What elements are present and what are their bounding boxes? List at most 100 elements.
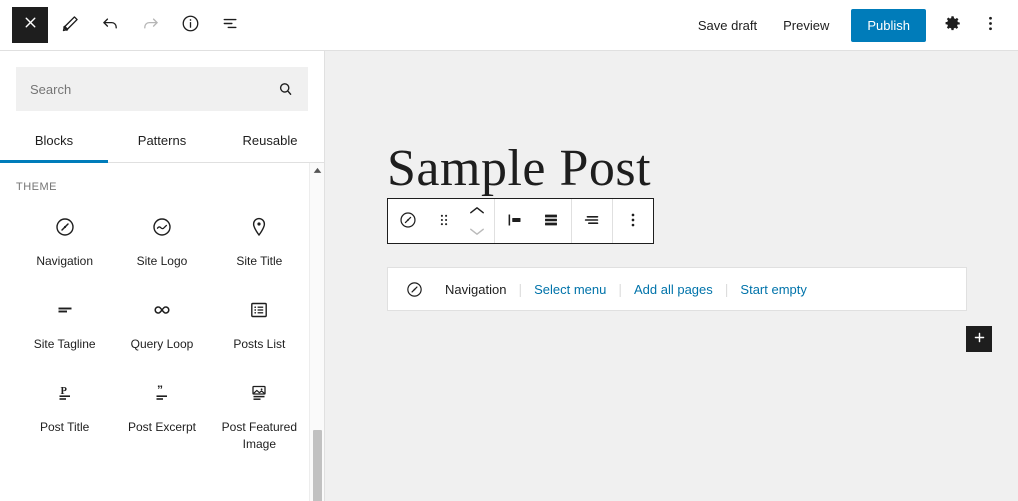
search-field[interactable]: [16, 67, 308, 111]
tab-patterns[interactable]: Patterns: [108, 125, 216, 162]
redo-arrow-icon: [140, 13, 161, 37]
block-inserter-panel: Blocks Patterns Reusable THEME: [0, 51, 325, 501]
chevron-up-icon[interactable]: [469, 202, 485, 220]
navigation-placeholder-label: Navigation: [445, 282, 506, 297]
scrollbar-thumb[interactable]: [313, 430, 322, 501]
align-text-icon: [581, 209, 603, 234]
settings-button[interactable]: [934, 7, 970, 43]
inserter-scrollbar[interactable]: [309, 163, 324, 501]
separator: |: [518, 281, 522, 297]
block-item-label: Post Title: [40, 419, 89, 436]
close-editor-button[interactable]: [12, 7, 48, 43]
navigation-block-placeholder[interactable]: Navigation | Select menu | Add all pages…: [387, 267, 967, 311]
save-draft-button[interactable]: Save draft: [686, 10, 769, 41]
block-item-query-loop[interactable]: Query Loop: [113, 284, 210, 363]
list-view-icon: [220, 13, 241, 37]
block-item-navigation[interactable]: Navigation: [16, 201, 113, 280]
svg-text:”: ”: [157, 383, 163, 397]
justify-items-button[interactable]: [497, 199, 533, 243]
undo-arrow-icon: [100, 13, 121, 37]
block-item-label: Site Logo: [137, 253, 188, 270]
block-item-site-logo[interactable]: Site Logo: [113, 201, 210, 280]
more-options-button[interactable]: [972, 7, 1008, 43]
more-vertical-icon: [622, 209, 644, 234]
block-item-label: Post Excerpt: [128, 419, 196, 436]
separator: |: [725, 281, 729, 297]
block-item-label: Posts List: [233, 336, 285, 353]
map-pin-icon: [247, 215, 271, 239]
site-tagline-icon: [53, 298, 77, 322]
block-item-label: Post Featured Image: [217, 419, 301, 453]
block-item-site-title[interactable]: Site Title: [211, 201, 308, 280]
block-more-options-button[interactable]: [615, 199, 651, 243]
redo-button[interactable]: [132, 7, 168, 43]
block-movers: [462, 199, 492, 243]
plus-icon: [972, 330, 987, 348]
tab-blocks[interactable]: Blocks: [0, 125, 108, 162]
chevron-down-icon[interactable]: [469, 223, 485, 241]
block-category-title: THEME: [0, 163, 324, 197]
vertical-align-button[interactable]: [533, 199, 569, 243]
navigation-compass-icon: [53, 215, 77, 239]
navigation-compass-icon: [397, 209, 419, 234]
post-title[interactable]: Sample Post: [387, 139, 651, 198]
add-all-pages-link[interactable]: Add all pages: [634, 282, 713, 297]
close-icon: [22, 14, 39, 36]
editor-body: Blocks Patterns Reusable THEME: [0, 51, 1018, 501]
more-vertical-icon: [980, 13, 1001, 37]
preview-button[interactable]: Preview: [771, 10, 841, 41]
info-circle-icon: [180, 13, 201, 37]
block-item-label: Query Loop: [131, 336, 194, 353]
inserter-scroll-region: THEME Navigation: [0, 163, 324, 501]
block-item-label: Site Tagline: [34, 336, 96, 353]
site-logo-icon: [150, 215, 174, 239]
block-grid: Navigation Site Logo: [0, 197, 324, 479]
publish-button[interactable]: Publish: [851, 9, 926, 42]
post-excerpt-icon: ”: [150, 381, 174, 405]
toolbar-group-block: [388, 199, 495, 243]
undo-button[interactable]: [92, 7, 128, 43]
align-vertically-icon: [540, 209, 562, 234]
toolbar-group-text-align: [572, 199, 613, 243]
start-empty-link[interactable]: Start empty: [740, 282, 806, 297]
svg-text:P: P: [60, 386, 67, 397]
block-item-site-tagline[interactable]: Site Tagline: [16, 284, 113, 363]
toolbar-group-alignment: [495, 199, 572, 243]
search-area: [0, 51, 324, 111]
pencil-icon: [60, 13, 81, 37]
drag-handle-button[interactable]: [426, 199, 462, 243]
justify-items-left-icon: [504, 209, 526, 234]
header-right-tools: Save draft Preview Publish: [686, 7, 1008, 43]
editor-header: Save draft Preview Publish: [0, 0, 1018, 51]
posts-list-icon: [247, 298, 271, 322]
drag-handle-icon: [434, 210, 454, 233]
block-item-label: Navigation: [36, 253, 93, 270]
inserter-tabs: Blocks Patterns Reusable: [0, 125, 324, 163]
header-left-tools: [12, 7, 248, 43]
query-loop-icon: [150, 298, 174, 322]
block-editor-app: Save draft Preview Publish: [0, 0, 1018, 501]
editor-canvas: Sample Post: [325, 51, 1018, 501]
select-menu-link[interactable]: Select menu: [534, 282, 606, 297]
block-item-post-excerpt[interactable]: ” Post Excerpt: [113, 367, 210, 463]
toolbar-group-more: [613, 199, 653, 243]
gear-icon: [942, 13, 963, 37]
search-input[interactable]: [16, 67, 308, 111]
add-block-button[interactable]: [966, 326, 992, 352]
align-text-button[interactable]: [574, 199, 610, 243]
block-type-button[interactable]: [390, 199, 426, 243]
scroll-up-arrow-icon[interactable]: [310, 163, 324, 178]
post-title-icon: P: [53, 381, 77, 405]
block-item-posts-list[interactable]: Posts List: [211, 284, 308, 363]
edit-mode-button[interactable]: [52, 7, 88, 43]
block-item-label: Site Title: [236, 253, 282, 270]
block-item-post-featured-image[interactable]: Post Featured Image: [211, 367, 308, 463]
search-icon[interactable]: [272, 67, 298, 111]
list-view-button[interactable]: [212, 7, 248, 43]
navigation-compass-icon: [404, 279, 425, 300]
tab-reusable[interactable]: Reusable: [216, 125, 324, 162]
details-info-button[interactable]: [172, 7, 208, 43]
separator: |: [618, 281, 622, 297]
post-featured-image-icon: [247, 381, 271, 405]
block-item-post-title[interactable]: P Post Title: [16, 367, 113, 463]
